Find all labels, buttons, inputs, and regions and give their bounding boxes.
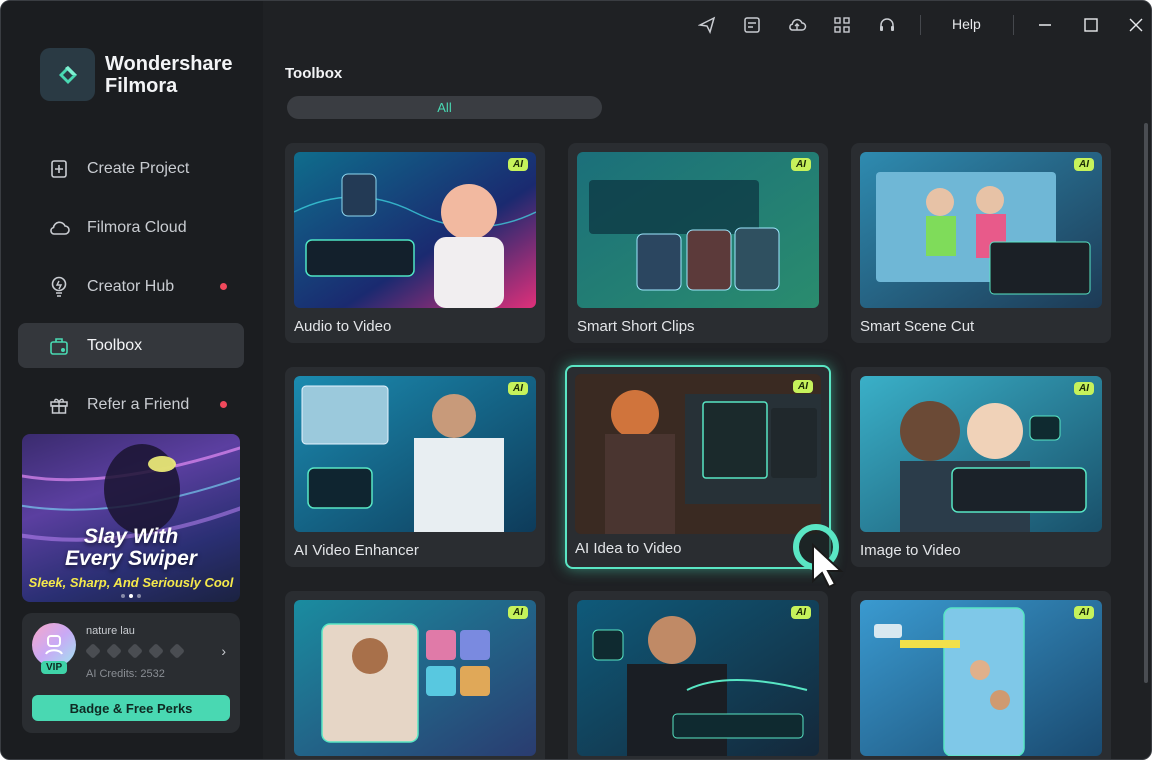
task-icon[interactable] [742, 15, 762, 35]
carousel-dots [22, 594, 240, 598]
sidebar-item-filmora-cloud[interactable]: Filmora Cloud [18, 205, 244, 250]
tool-card-label: Audio to Video [294, 318, 392, 335]
gift-icon [48, 394, 70, 416]
sidebar-item-create-project[interactable]: Create Project [18, 146, 244, 191]
filter-tab-all[interactable]: All [287, 96, 602, 119]
sidebar-nav: Create Project Filmora Cloud Creator Hub [18, 146, 244, 441]
sidebar-item-refer-a-friend[interactable]: Refer a Friend [18, 382, 244, 427]
tool-thumbnail: AI [860, 376, 1102, 532]
tool-card-smart-short-clips[interactable]: AI Smart Short Clips [568, 143, 828, 343]
toolbox-icon [48, 335, 70, 357]
filmora-logo-icon [40, 48, 95, 101]
plus-square-icon [48, 158, 70, 180]
ai-badge: AI [1074, 606, 1094, 619]
tool-thumbnail: AI [294, 600, 536, 756]
ai-badge: AI [508, 606, 528, 619]
tool-card-ai-video-enhancer[interactable]: AI AI Video Enhancer [285, 367, 545, 567]
tool-card-label: Smart Scene Cut [860, 318, 975, 335]
badge-icon [127, 643, 143, 659]
tool-thumbnail: AI [294, 376, 536, 532]
tool-card-label: AI Idea to Video [575, 540, 682, 557]
tool-card[interactable]: AI [285, 591, 545, 759]
user-icon [45, 635, 63, 655]
brand-name: Wondershare Filmora [105, 53, 232, 97]
ai-badge: AI [1074, 382, 1094, 395]
badge-free-perks-button[interactable]: Badge & Free Perks [32, 695, 230, 721]
notification-dot [220, 401, 227, 408]
promo-banner[interactable]: Slay With Every Swiper Sleek, Sharp, And… [22, 434, 240, 602]
cloud-upload-icon[interactable] [787, 15, 807, 35]
vip-badge: VIP [41, 661, 68, 674]
carousel-dot[interactable] [121, 594, 125, 598]
tool-card-label: Image to Video [860, 542, 961, 559]
badge-icon [85, 643, 101, 659]
ai-credits: AI Credits: 2532 [86, 668, 165, 680]
promo-subtitle: Sleek, Sharp, And Seriously Cool [28, 575, 234, 590]
bulb-icon [48, 276, 70, 298]
brand-line-2: Filmora [105, 74, 178, 97]
carousel-dot[interactable] [129, 594, 133, 598]
ai-badge: AI [791, 606, 811, 619]
pointer-cursor-icon [812, 543, 844, 589]
brand: Wondershare Filmora [40, 48, 232, 101]
user-name: nature lau [86, 625, 135, 637]
help-menu[interactable]: Help [952, 16, 981, 32]
tool-card-smart-scene-cut[interactable]: AI Smart Scene Cut [851, 143, 1111, 343]
grid-icon[interactable] [832, 15, 852, 35]
tool-card-label: Smart Short Clips [577, 318, 695, 335]
carousel-dot[interactable] [137, 594, 141, 598]
tool-card-image-to-video[interactable]: AI Image to Video [851, 367, 1111, 567]
sidebar: Wondershare Filmora Create Project Filmo… [1, 1, 263, 759]
sidebar-item-label: Creator Hub [87, 277, 175, 295]
user-card[interactable]: VIP nature lau › AI Credits: 2532 Badge … [22, 613, 240, 733]
tool-card[interactable]: AI [568, 591, 828, 759]
ai-badge: AI [508, 158, 528, 171]
badge-icon [106, 643, 122, 659]
tool-thumbnail: AI [294, 152, 536, 308]
tool-card[interactable]: AI [851, 591, 1111, 759]
promo-title-line-2: Every Swiper [65, 547, 197, 570]
title-bar: Help [263, 1, 1151, 47]
tool-thumbnail: AI [860, 152, 1102, 308]
promo-title-line-1: Slay With [83, 525, 179, 548]
cloud-icon [48, 217, 70, 239]
ai-badge: AI [508, 382, 528, 395]
tool-card-ai-idea-to-video[interactable]: AI AI Idea to Video [565, 365, 831, 569]
divider [1013, 15, 1014, 35]
maximize-icon[interactable] [1081, 15, 1101, 35]
headset-icon[interactable] [877, 15, 897, 35]
badge-icon [148, 643, 164, 659]
tool-card-label: AI Video Enhancer [294, 542, 419, 559]
badge-icon [169, 643, 185, 659]
divider [920, 15, 921, 35]
sidebar-item-toolbox[interactable]: Toolbox [18, 323, 244, 368]
tool-thumbnail: AI [860, 600, 1102, 756]
app-window: Wondershare Filmora Create Project Filmo… [0, 0, 1152, 760]
sidebar-item-label: Filmora Cloud [87, 218, 187, 236]
ai-badge: AI [793, 380, 813, 393]
scrollbar[interactable] [1144, 123, 1148, 683]
close-icon[interactable] [1126, 15, 1146, 35]
sidebar-item-label: Toolbox [87, 336, 143, 354]
notification-dot [220, 283, 227, 290]
send-icon[interactable] [697, 15, 717, 35]
chevron-right-icon[interactable]: › [221, 643, 226, 659]
tool-card-audio-to-video[interactable]: AI Audio to Video [285, 143, 545, 343]
promo-title: Slay With Every Swiper [22, 526, 240, 570]
sidebar-item-creator-hub[interactable]: Creator Hub [18, 264, 244, 309]
minimize-icon[interactable] [1035, 15, 1055, 35]
ai-badge: AI [1074, 158, 1094, 171]
sidebar-item-label: Create Project [87, 159, 190, 177]
tool-thumbnail: AI [577, 152, 819, 308]
page-title: Toolbox [285, 65, 343, 82]
tool-thumbnail: AI [575, 374, 821, 534]
tool-thumbnail: AI [577, 600, 819, 756]
brand-line-1: Wondershare [105, 52, 233, 75]
main-content: Toolbox All AI Audio to Video AI Smart S… [263, 47, 1151, 759]
sidebar-item-label: Refer a Friend [87, 395, 190, 413]
ai-badge: AI [791, 158, 811, 171]
achievement-badges [85, 643, 185, 659]
